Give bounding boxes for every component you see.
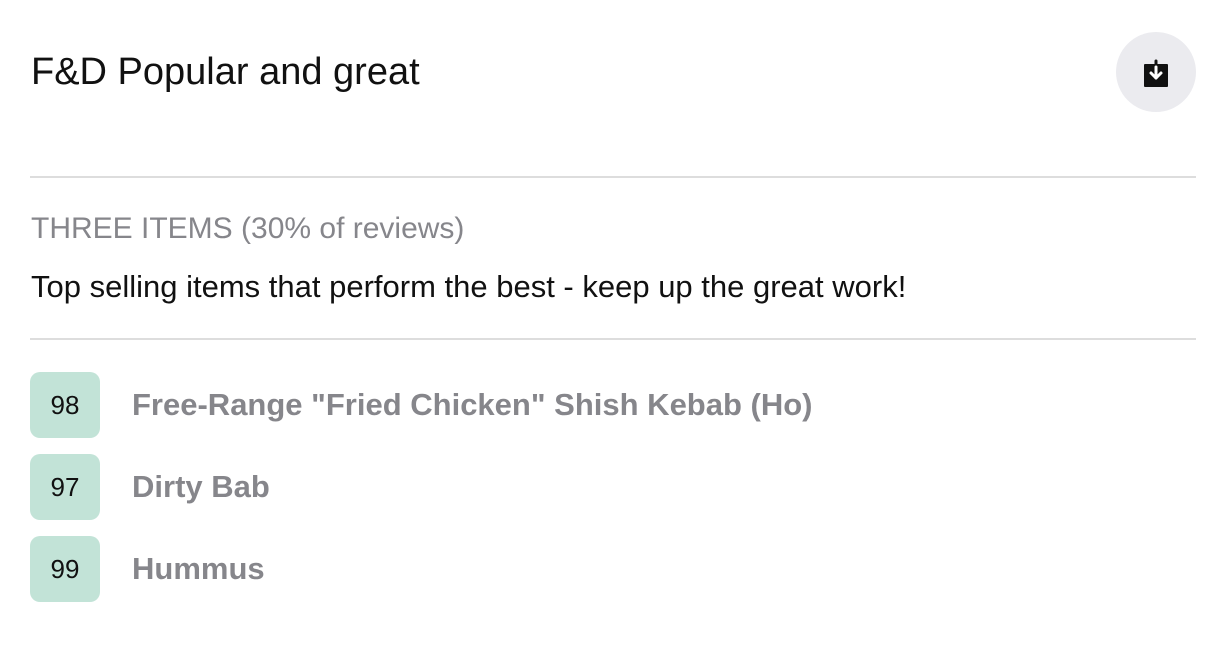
fd-popular-card: F&D Popular and great THREE ITEMS (30% o… xyxy=(0,0,1224,670)
section-description: Top selling items that perform the best … xyxy=(31,269,907,304)
list-item: 97 Dirty Bab xyxy=(30,454,1196,520)
item-name: Hummus xyxy=(132,551,265,586)
download-button[interactable] xyxy=(1116,32,1196,112)
top-divider xyxy=(30,176,1196,178)
item-name: Free-Range "Fried Chicken" Shish Kebab (… xyxy=(132,387,813,422)
middle-divider xyxy=(30,338,1196,340)
score-badge: 98 xyxy=(30,372,100,438)
item-list: 98 Free-Range "Fried Chicken" Shish Keba… xyxy=(30,372,1196,618)
item-name: Dirty Bab xyxy=(132,469,270,504)
list-item: 99 Hummus xyxy=(30,536,1196,602)
score-badge: 97 xyxy=(30,454,100,520)
download-icon xyxy=(1142,55,1170,89)
list-item: 98 Free-Range "Fried Chicken" Shish Keba… xyxy=(30,372,1196,438)
score-badge: 99 xyxy=(30,536,100,602)
section-label: THREE ITEMS (30% of reviews) xyxy=(31,212,465,245)
card-title: F&D Popular and great xyxy=(31,51,420,93)
